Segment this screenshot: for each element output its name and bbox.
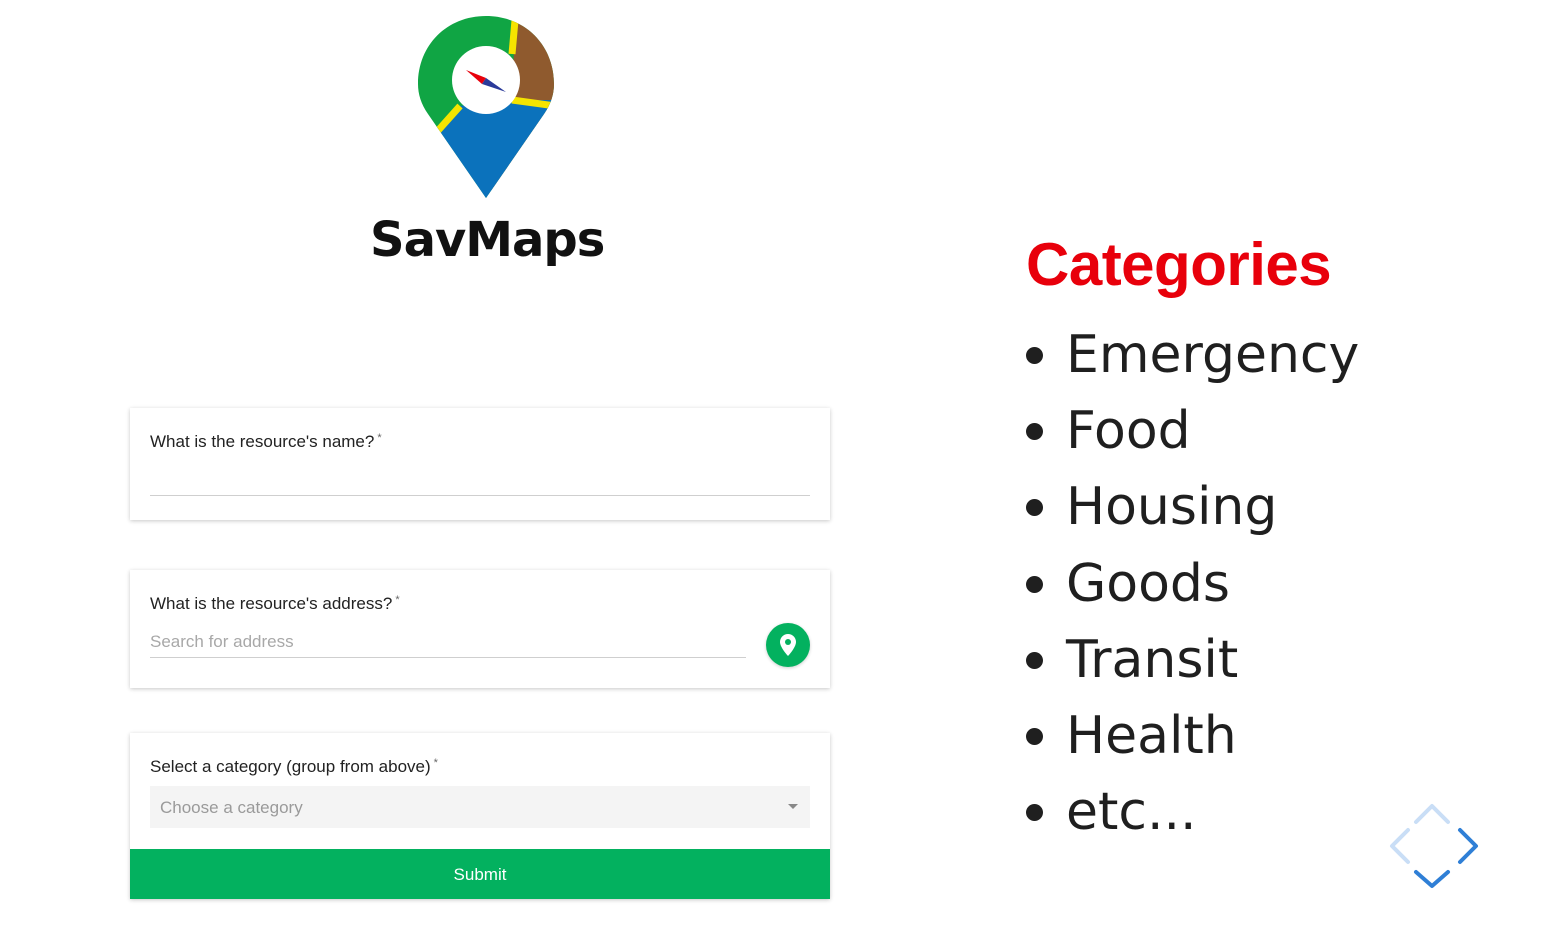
resource-address-card: What is the resource's address? * bbox=[130, 570, 830, 688]
nav-down-arrow bbox=[1414, 870, 1450, 888]
bullet-icon bbox=[1026, 804, 1043, 822]
bullet-icon bbox=[1026, 727, 1043, 745]
savmaps-logo: SavMaps bbox=[370, 14, 605, 284]
list-item: Transit bbox=[1022, 627, 1359, 703]
nav-left-arrow bbox=[1390, 828, 1410, 864]
list-item-label: Food bbox=[1066, 401, 1191, 462]
resource-address-label: What is the resource's address? * bbox=[150, 594, 400, 614]
category-select[interactable]: Choose a category bbox=[150, 786, 810, 828]
required-mark: * bbox=[377, 432, 382, 444]
resource-name-label: What is the resource's name? * bbox=[150, 432, 382, 452]
required-mark: * bbox=[433, 757, 438, 769]
resource-name-input[interactable] bbox=[150, 466, 810, 496]
map-pin-logo-icon bbox=[418, 16, 554, 198]
page: SavMaps What is the resource's name? * Wh… bbox=[0, 0, 1541, 949]
list-item-label: Housing bbox=[1066, 477, 1278, 538]
locate-address-button[interactable] bbox=[766, 623, 810, 667]
list-item: Goods bbox=[1022, 551, 1359, 627]
submit-button[interactable]: Submit bbox=[130, 849, 830, 899]
resource-name-label-text: What is the resource's name? bbox=[150, 432, 375, 451]
nav-up-arrow bbox=[1414, 804, 1450, 824]
list-item: Emergency bbox=[1022, 322, 1359, 398]
categories-title: Categories bbox=[1026, 231, 1332, 298]
nav-right-arrow bbox=[1458, 828, 1478, 864]
list-item: Health bbox=[1022, 703, 1359, 779]
list-item: Housing bbox=[1022, 474, 1359, 550]
list-item-label: Goods bbox=[1066, 553, 1231, 614]
bullet-icon bbox=[1026, 347, 1043, 364]
category-label-text: Select a category (group from above) bbox=[150, 757, 431, 776]
list-item-label: Emergency bbox=[1066, 325, 1360, 385]
list-item: etc... bbox=[1022, 779, 1359, 855]
list-item-label: Transit bbox=[1066, 629, 1239, 690]
list-item: Food bbox=[1022, 398, 1359, 474]
bullet-icon bbox=[1026, 499, 1043, 517]
category-select-value: Choose a category bbox=[160, 798, 303, 817]
list-item-label: Health bbox=[1066, 705, 1237, 766]
diamond-navigation-icon[interactable] bbox=[1386, 800, 1482, 896]
list-item-label: etc... bbox=[1066, 782, 1197, 843]
category-card: Select a category (group from above) * Ch… bbox=[130, 733, 830, 899]
bullet-icon bbox=[1026, 651, 1043, 669]
caret-down-icon bbox=[788, 804, 798, 809]
bullet-icon bbox=[1026, 575, 1043, 593]
resource-address-label-text: What is the resource's address? bbox=[150, 594, 393, 613]
category-label: Select a category (group from above) * bbox=[150, 757, 438, 777]
address-search-input[interactable] bbox=[150, 626, 746, 658]
bullet-icon bbox=[1026, 423, 1043, 441]
map-pin-icon bbox=[780, 634, 796, 656]
categories-list: Emergency Food Housing Goods Transit Hea… bbox=[1022, 322, 1359, 855]
resource-name-card: What is the resource's name? * bbox=[130, 408, 830, 520]
required-mark: * bbox=[395, 594, 400, 606]
logo-wordmark: SavMaps bbox=[370, 212, 605, 268]
